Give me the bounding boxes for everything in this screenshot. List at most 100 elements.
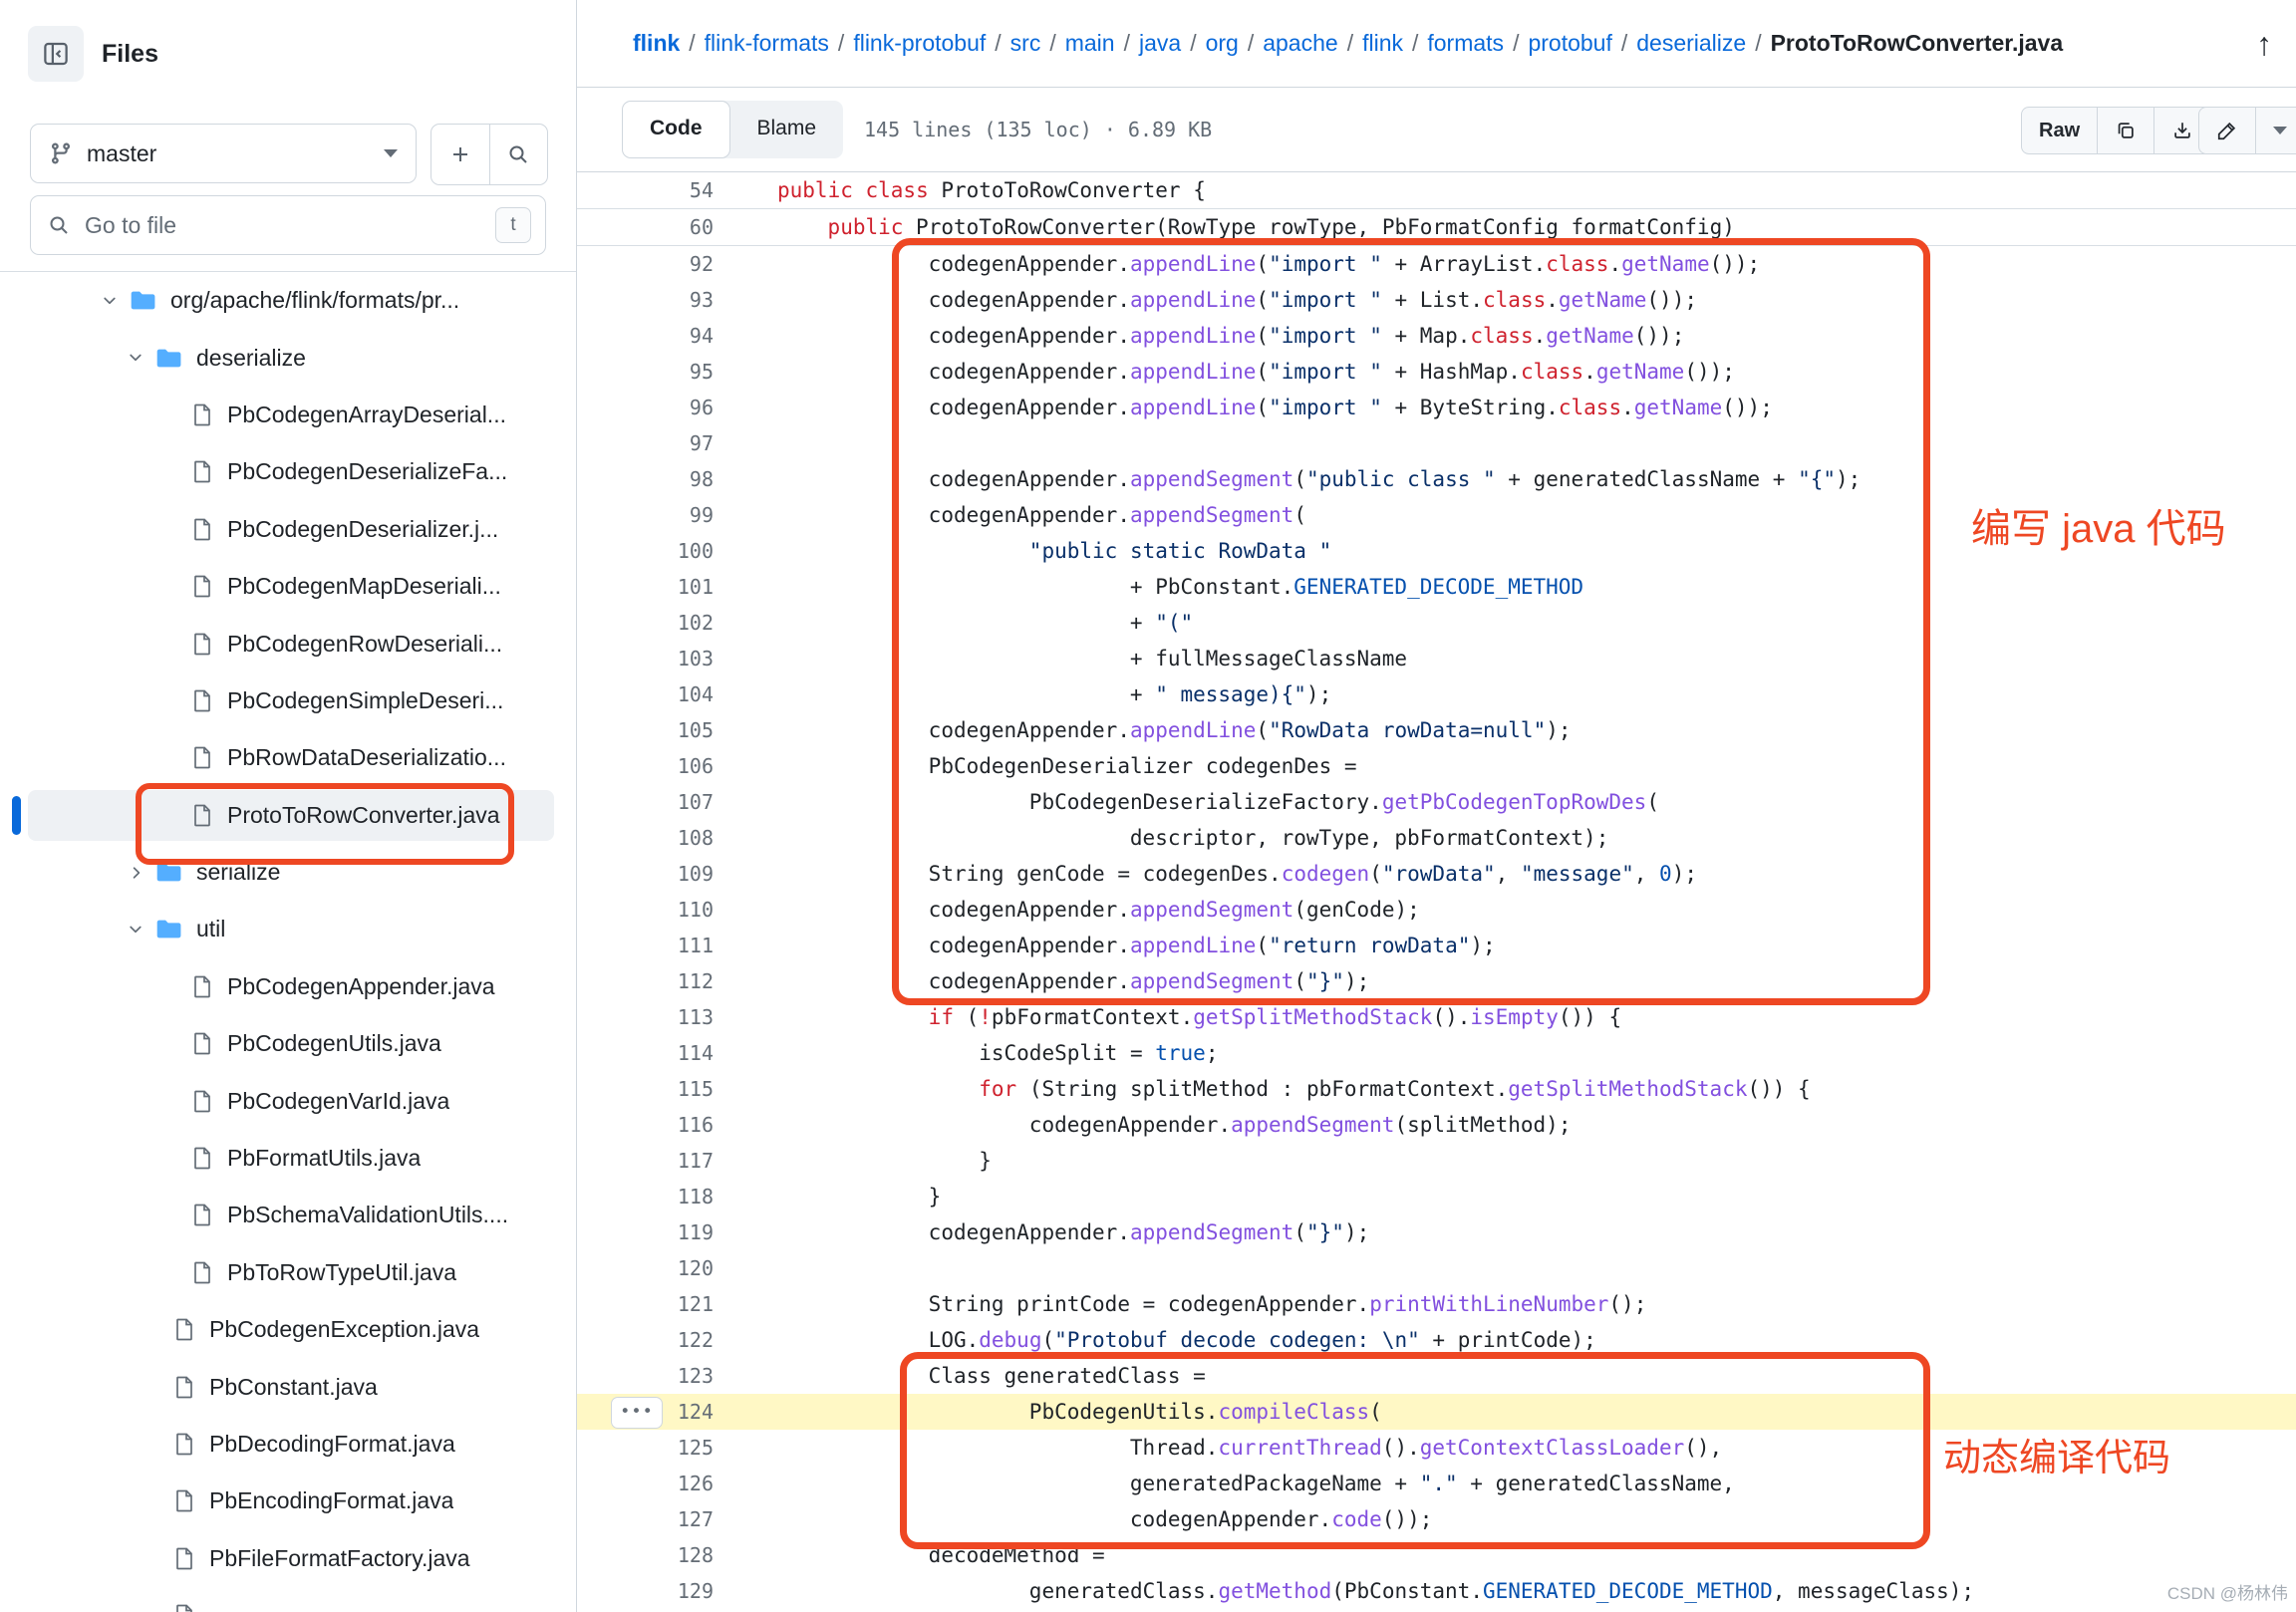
line-number[interactable]: 60: [577, 209, 714, 245]
line-number[interactable]: 109: [577, 856, 714, 892]
line-number[interactable]: 104: [577, 676, 714, 712]
line-number[interactable]: 99: [577, 497, 714, 533]
line-number[interactable]: 106: [577, 748, 714, 784]
breadcrumb-link[interactable]: apache: [1263, 30, 1337, 56]
line-number[interactable]: 100: [577, 533, 714, 569]
tree-file-item[interactable]: PbCodegenUtils.java: [0, 1015, 576, 1072]
line-number[interactable]: 92: [577, 246, 714, 282]
breadcrumb: flink/flink-formats/flink-protobuf/src/m…: [577, 0, 2296, 88]
file-icon: [191, 688, 213, 713]
breadcrumb-link[interactable]: flink-formats: [705, 30, 829, 56]
line-number[interactable]: 116: [577, 1107, 714, 1143]
line-number[interactable]: 95: [577, 354, 714, 390]
search-tree-button[interactable]: [489, 125, 548, 184]
copy-button[interactable]: [2097, 108, 2153, 153]
line-number[interactable]: 126: [577, 1466, 714, 1501]
breadcrumb-link[interactable]: protobuf: [1528, 30, 1611, 56]
code-text: codegenAppender.appendLine("return rowDa…: [777, 928, 1496, 963]
raw-button[interactable]: Raw: [2022, 108, 2097, 153]
line-number[interactable]: 113: [577, 999, 714, 1035]
file-icon: [191, 403, 213, 427]
line-number[interactable]: 103: [577, 641, 714, 676]
breadcrumb-separator: /: [1504, 30, 1528, 56]
line-number[interactable]: 101: [577, 569, 714, 605]
breadcrumb-link[interactable]: src: [1010, 30, 1041, 56]
goto-file-input[interactable]: [83, 211, 495, 240]
breadcrumb-link[interactable]: formats: [1427, 30, 1504, 56]
add-file-button[interactable]: [431, 125, 489, 184]
line-number[interactable]: 111: [577, 928, 714, 963]
breadcrumb-link[interactable]: flink-protobuf: [853, 30, 986, 56]
tree-file-item[interactable]: PbCodegenMapDeseriali...: [0, 558, 576, 615]
code-line-114: 114isCodeSplit = true;: [577, 1035, 2296, 1071]
tree-file-item[interactable]: PbCodegenRowDeseriali...: [0, 615, 576, 672]
tree-file-item[interactable]: PbFormatUtils.java: [0, 1130, 576, 1187]
tree-file-item[interactable]: ProtoToRowConverter.java: [0, 787, 576, 844]
line-number[interactable]: 128: [577, 1537, 714, 1573]
breadcrumb-link[interactable]: main: [1065, 30, 1115, 56]
tree-file-item[interactable]: [0, 1587, 576, 1612]
breadcrumb-link[interactable]: deserialize: [1636, 30, 1746, 56]
tree-file-item[interactable]: PbCodegenDeserializeFa...: [0, 443, 576, 500]
breadcrumb-link[interactable]: flink: [633, 30, 680, 56]
tree-file-item[interactable]: PbCodegenException.java: [0, 1301, 576, 1358]
line-number[interactable]: 110: [577, 892, 714, 928]
line-number[interactable]: 125: [577, 1430, 714, 1466]
tree-file-item[interactable]: PbCodegenVarId.java: [0, 1072, 576, 1129]
watermark: CSDN @杨林伟: [2167, 1579, 2288, 1604]
tree-file-item[interactable]: PbSchemaValidationUtils....: [0, 1187, 576, 1243]
line-number[interactable]: 96: [577, 390, 714, 425]
breadcrumb-link[interactable]: org: [1206, 30, 1239, 56]
code-line-127: 127codegenAppender.code());: [577, 1501, 2296, 1537]
tree-folder-item[interactable]: deserialize: [0, 329, 576, 386]
edit-dropdown-button[interactable]: [2255, 108, 2296, 153]
branch-selector[interactable]: master: [30, 124, 417, 183]
tree-item-label: PbCodegenDeserializeFa...: [227, 458, 507, 485]
tree-file-item[interactable]: PbRowDataDeserializatio...: [0, 729, 576, 786]
breadcrumb-link[interactable]: java: [1139, 30, 1181, 56]
scroll-to-top-icon[interactable]: ↑: [2256, 24, 2272, 64]
line-number[interactable]: 98: [577, 461, 714, 497]
line-number[interactable]: 107: [577, 784, 714, 820]
line-menu-button[interactable]: •••: [611, 1397, 663, 1429]
tab-code[interactable]: Code: [622, 101, 730, 158]
tree-file-item[interactable]: PbEncodingFormat.java: [0, 1473, 576, 1529]
line-number[interactable]: 120: [577, 1250, 714, 1286]
code-line-106: 106PbCodegenDeserializer codegenDes =: [577, 748, 2296, 784]
tree-file-item[interactable]: PbConstant.java: [0, 1358, 576, 1415]
line-number[interactable]: 119: [577, 1214, 714, 1250]
tree-file-item[interactable]: PbToRowTypeUtil.java: [0, 1244, 576, 1301]
tree-file-item[interactable]: PbCodegenSimpleDeseri...: [0, 672, 576, 729]
line-number[interactable]: 105: [577, 712, 714, 748]
line-number[interactable]: 123: [577, 1358, 714, 1394]
line-number[interactable]: 102: [577, 605, 714, 641]
tree-folder-item[interactable]: util: [0, 901, 576, 957]
line-number[interactable]: 115: [577, 1071, 714, 1107]
line-number[interactable]: 54: [577, 172, 714, 208]
line-number[interactable]: 127: [577, 1501, 714, 1537]
line-number[interactable]: 94: [577, 318, 714, 354]
line-number[interactable]: 114: [577, 1035, 714, 1071]
breadcrumb-link[interactable]: flink: [1362, 30, 1403, 56]
line-number[interactable]: 118: [577, 1179, 714, 1214]
line-number[interactable]: 121: [577, 1286, 714, 1322]
line-number[interactable]: 122: [577, 1322, 714, 1358]
collapse-sidebar-button[interactable]: [28, 26, 84, 82]
line-number[interactable]: 93: [577, 282, 714, 318]
line-number[interactable]: 112: [577, 963, 714, 999]
tree-file-item[interactable]: PbCodegenArrayDeserial...: [0, 387, 576, 443]
code-line-120: 120: [577, 1250, 2296, 1286]
line-number[interactable]: 97: [577, 425, 714, 461]
edit-button[interactable]: [2199, 108, 2255, 153]
line-number[interactable]: 108: [577, 820, 714, 856]
tree-file-item[interactable]: PbCodegenDeserializer.j...: [0, 501, 576, 558]
tree-file-item[interactable]: PbFileFormatFactory.java: [0, 1530, 576, 1587]
tree-file-item[interactable]: PbDecodingFormat.java: [0, 1416, 576, 1473]
code-text: codegenAppender.appendSegment("}");: [777, 963, 1369, 999]
tree-folder-item[interactable]: org/apache/flink/formats/pr...: [0, 272, 576, 329]
tree-file-item[interactable]: PbCodegenAppender.java: [0, 958, 576, 1015]
line-number[interactable]: 117: [577, 1143, 714, 1179]
tab-blame[interactable]: Blame: [730, 101, 844, 158]
line-number[interactable]: 129: [577, 1573, 714, 1609]
tree-folder-item[interactable]: serialize: [0, 844, 576, 901]
